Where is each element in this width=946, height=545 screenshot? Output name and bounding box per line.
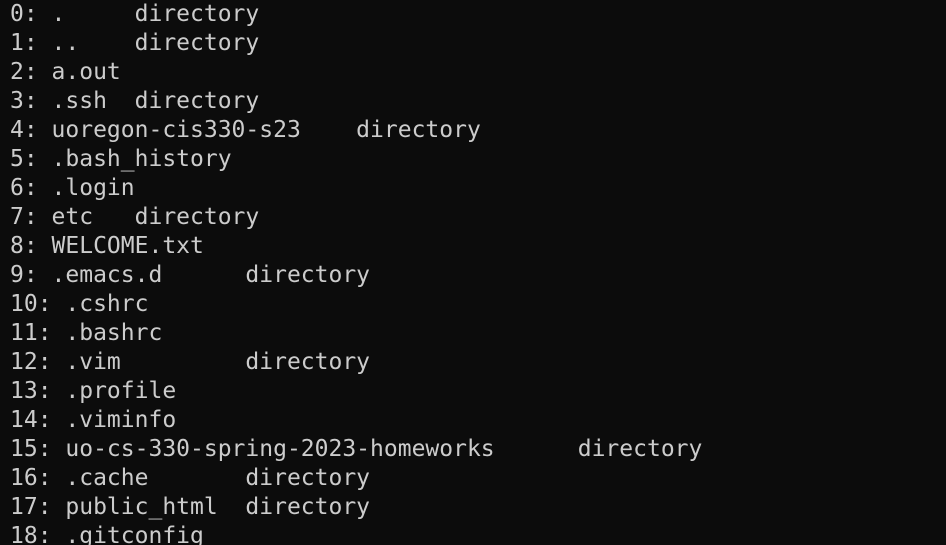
terminal-line: 8: WELCOME.txt: [10, 233, 204, 259]
terminal-line: 14: .viminfo: [10, 407, 177, 433]
terminal-line: 9: .emacs.d directory: [10, 262, 371, 288]
terminal-line: 17: public_html directory: [10, 494, 371, 520]
terminal-line: 0: . directory: [10, 1, 260, 27]
terminal-output[interactable]: 0: . directory 1: .. directory 2: a.out …: [0, 0, 946, 545]
terminal-line: 1: .. directory: [10, 30, 260, 56]
terminal-line: 10: .cshrc: [10, 291, 149, 317]
terminal-line: 7: etc directory: [10, 204, 260, 230]
terminal-line: 2: a.out: [10, 59, 121, 85]
terminal-line: 11: .bashrc: [10, 320, 163, 346]
terminal-line: 15: uo-cs-330-spring-2023-homeworks dire…: [10, 436, 703, 462]
terminal-line: 4: uoregon-cis330-s23 directory: [10, 117, 481, 143]
terminal-line: 6: .login: [10, 175, 135, 201]
terminal-line: 3: .ssh directory: [10, 88, 260, 114]
terminal-line: 12: .vim directory: [10, 349, 371, 375]
terminal-line: 5: .bash_history: [10, 146, 232, 172]
terminal-line: 18: .gitconfig: [10, 523, 204, 545]
terminal-line: 13: .profile: [10, 378, 177, 404]
terminal-line: 16: .cache directory: [10, 465, 371, 491]
